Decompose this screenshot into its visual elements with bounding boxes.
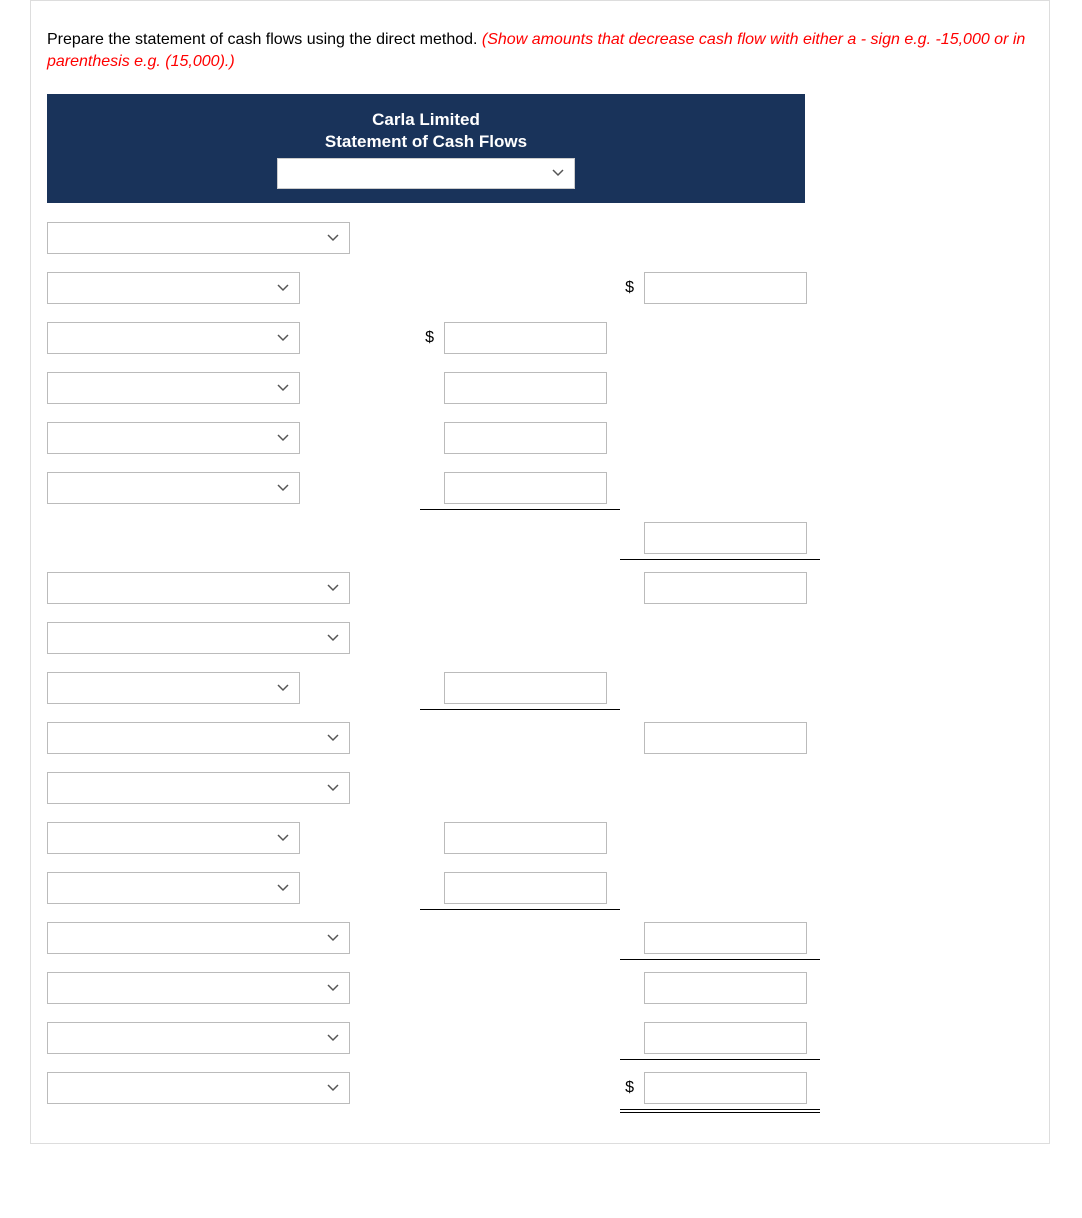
statement-row [47,563,1033,613]
row-mid-cell [377,372,607,404]
line-item-select[interactable] [47,722,350,754]
statement-header: Carla Limited Statement of Cash Flows [47,94,805,203]
row-label-cell [47,572,377,604]
row-label-cell [47,472,377,504]
row-right-cell [607,522,807,554]
row-mid-cell [377,672,607,704]
company-name: Carla Limited [47,110,805,130]
statement-title: Statement of Cash Flows [47,132,805,152]
statement-row [47,713,1033,763]
statement-row [47,663,1033,713]
line-item-select[interactable] [47,972,350,1004]
row-label-cell [47,272,377,304]
amount-input[interactable] [644,972,807,1004]
statement-row [47,363,1033,413]
line-item-select[interactable] [47,622,350,654]
row-label-cell [47,922,377,954]
statement-row [47,463,1033,513]
line-item-select[interactable] [47,772,350,804]
row-label-cell [47,1022,377,1054]
line-item-select[interactable] [47,422,300,454]
statement-grid: $ $ $ [47,213,1033,1113]
question-main-text: Prepare the statement of cash flows usin… [47,31,482,48]
statement-row [47,813,1033,863]
amount-input[interactable] [444,672,607,704]
amount-input[interactable] [444,372,607,404]
statement-row [47,1013,1033,1063]
row-mid-cell [377,422,607,454]
statement-row [47,963,1033,1013]
row-label-cell [47,422,377,454]
amount-input[interactable] [644,272,807,304]
row-label-cell [47,322,377,354]
statement-row [47,513,1033,563]
row-right-cell: $ [607,272,807,304]
statement-row [47,863,1033,913]
row-label-cell [47,722,377,754]
row-label-cell [47,822,377,854]
statement-row [47,413,1033,463]
period-select[interactable] [277,158,575,189]
row-mid-cell [377,872,607,904]
line-item-select[interactable] [47,1022,350,1054]
row-right-cell [607,722,807,754]
dollar-sign: $ [625,279,634,297]
line-item-select[interactable] [47,872,300,904]
worksheet-container: Prepare the statement of cash flows usin… [30,0,1050,1144]
amount-input[interactable] [644,522,807,554]
statement-row: $ [47,263,1033,313]
row-right-cell [607,972,807,1004]
row-label-cell [47,1072,377,1104]
row-right-cell: $ [607,1072,807,1104]
line-item-select[interactable] [47,272,300,304]
statement-row [47,913,1033,963]
row-label-cell [47,622,377,654]
row-label-cell [47,222,377,254]
amount-input[interactable] [444,322,607,354]
line-item-select[interactable] [47,322,300,354]
row-label-cell [47,672,377,704]
statement-row: $ [47,1063,1033,1113]
statement-row [47,763,1033,813]
dollar-sign: $ [625,1079,634,1097]
amount-input[interactable] [444,422,607,454]
line-item-select[interactable] [47,572,350,604]
row-mid-cell [377,822,607,854]
row-label-cell [47,872,377,904]
statement-row [47,213,1033,263]
line-item-select[interactable] [47,372,300,404]
row-label-cell [47,972,377,1004]
line-item-select[interactable] [47,672,300,704]
question-prompt: Prepare the statement of cash flows usin… [31,1,1049,94]
amount-input[interactable] [644,922,807,954]
amount-input[interactable] [644,1022,807,1054]
amount-input[interactable] [644,1072,807,1104]
row-mid-cell [377,472,607,504]
statement-row: $ [47,313,1033,363]
amount-input[interactable] [444,872,607,904]
line-item-select[interactable] [47,1072,350,1104]
dollar-sign: $ [425,329,434,347]
row-right-cell [607,1022,807,1054]
statement-row [47,613,1033,663]
amount-input[interactable] [644,722,807,754]
line-item-select[interactable] [47,472,300,504]
amount-input[interactable] [444,822,607,854]
amount-input[interactable] [644,572,807,604]
line-item-select[interactable] [47,822,300,854]
row-label-cell [47,772,377,804]
amount-input[interactable] [444,472,607,504]
line-item-select[interactable] [47,922,350,954]
line-item-select[interactable] [47,222,350,254]
row-right-cell [607,572,807,604]
row-mid-cell: $ [377,322,607,354]
row-label-cell [47,372,377,404]
row-right-cell [607,922,807,954]
